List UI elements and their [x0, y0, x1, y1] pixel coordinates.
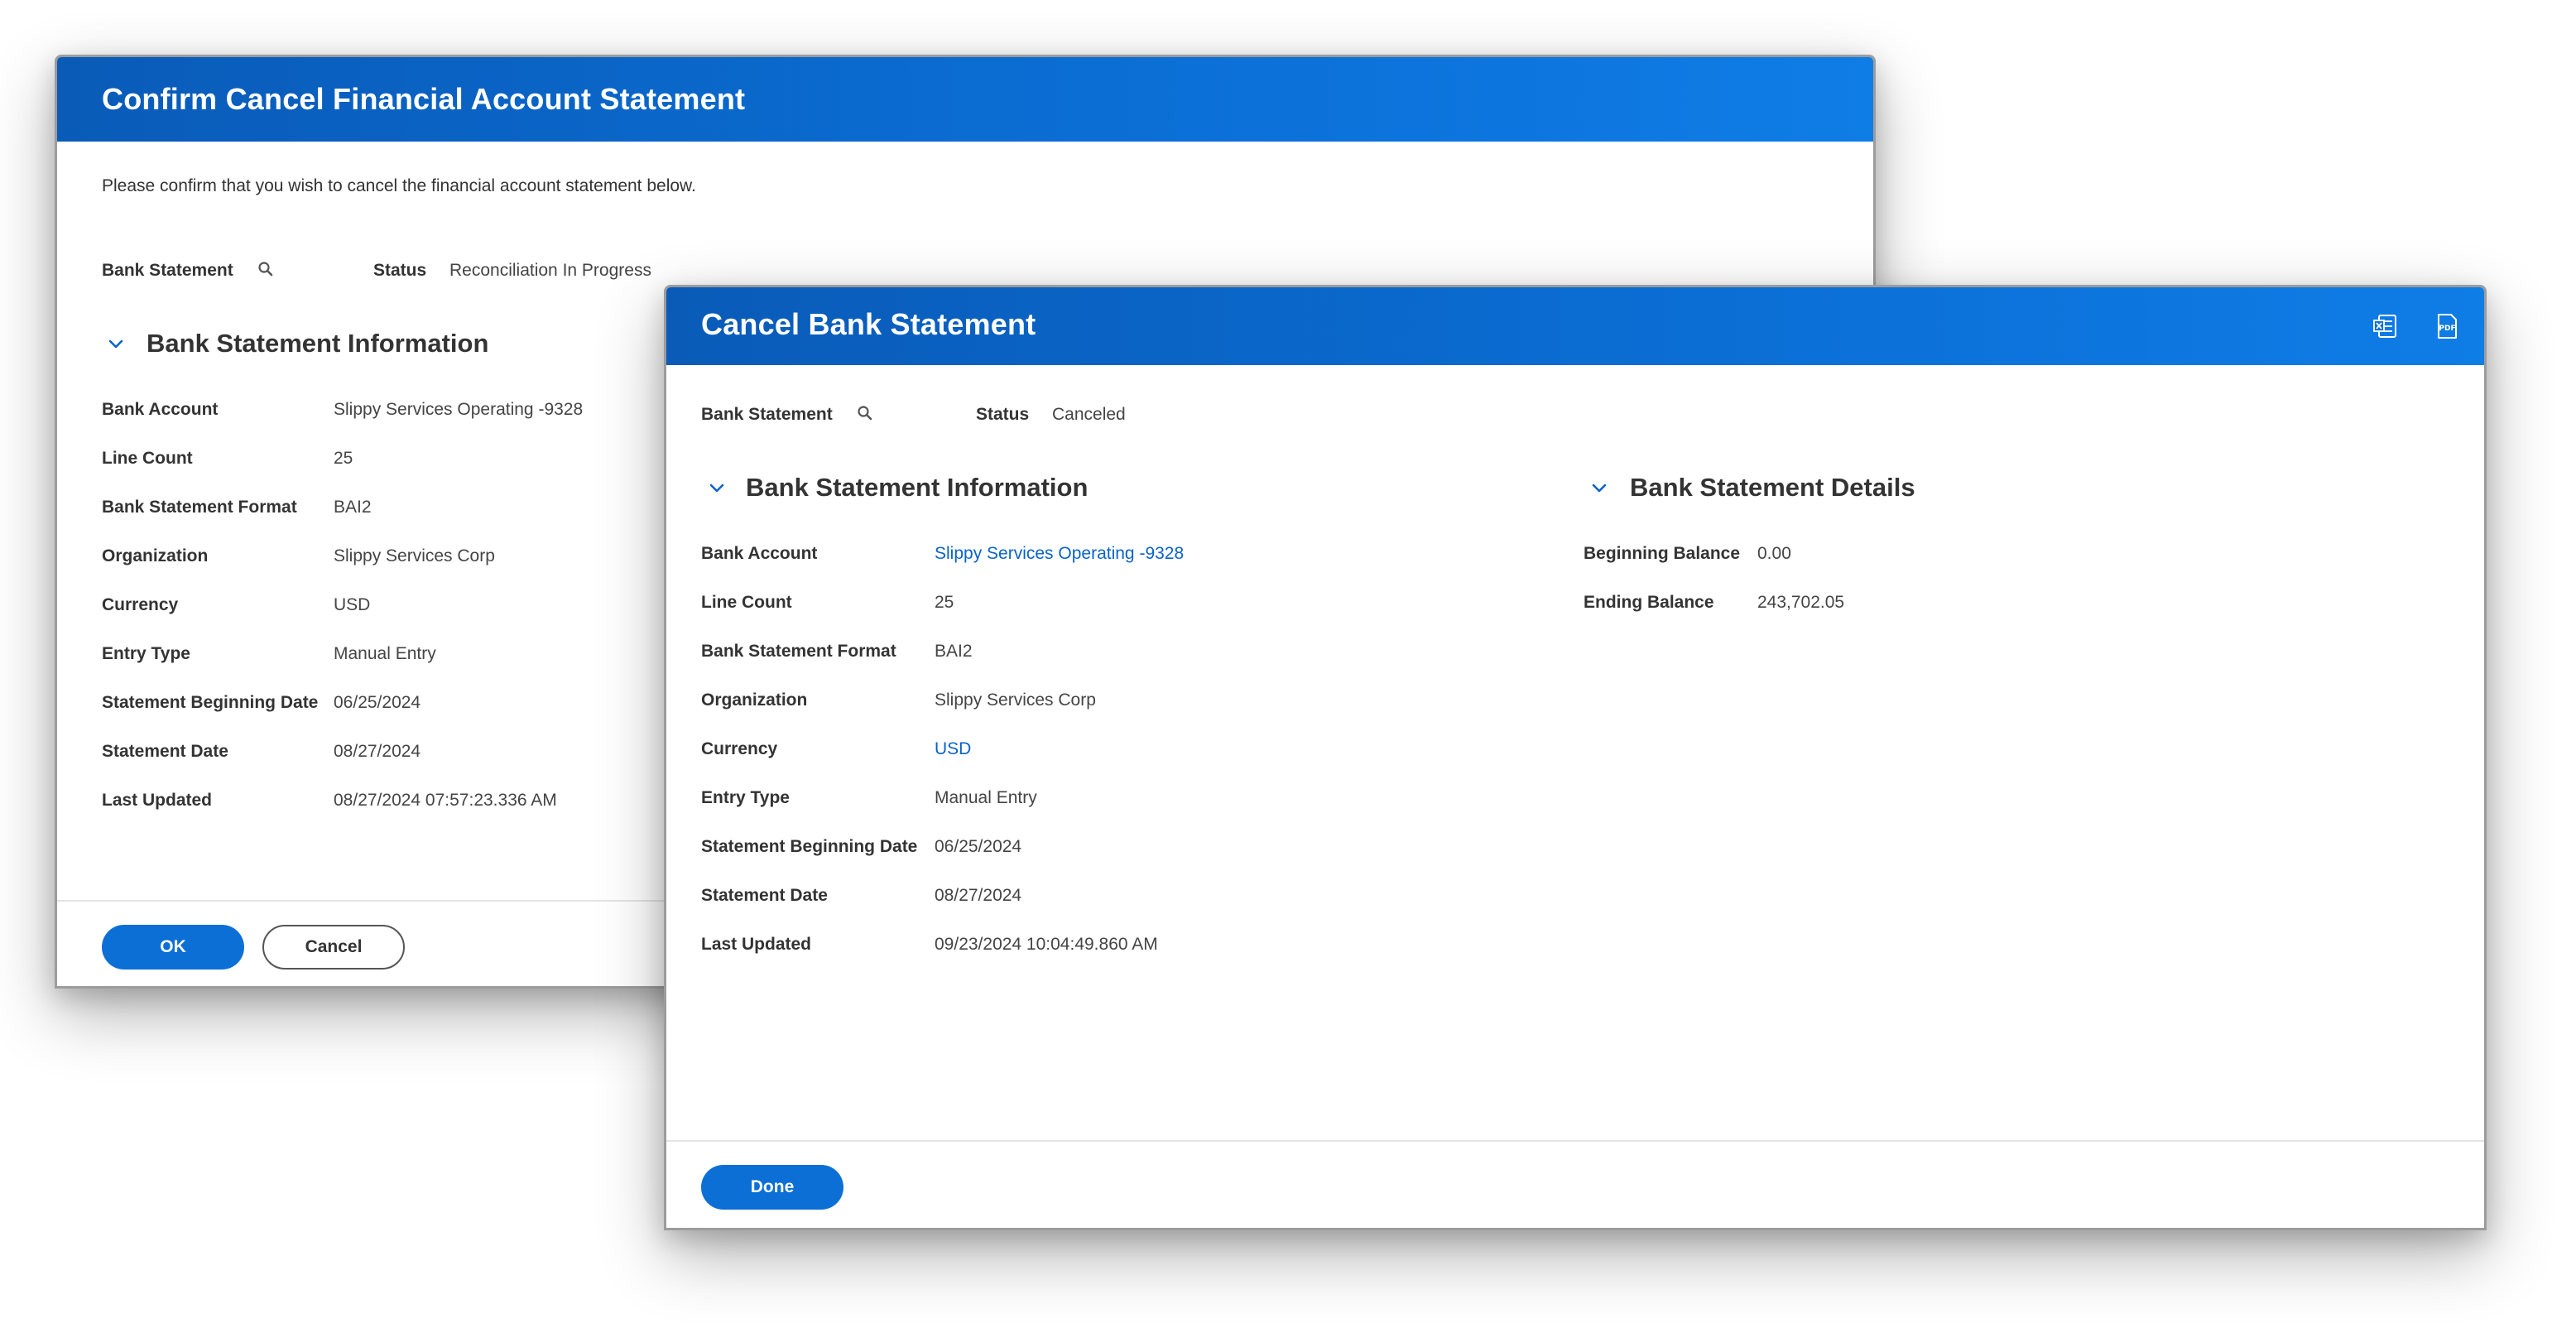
confirm-intro-text: Please confirm that you wish to cancel t…: [102, 176, 696, 195]
ok-button[interactable]: OK: [102, 925, 244, 970]
pdf-icon-text: PDF: [2439, 325, 2455, 333]
field-label: Last Updated: [102, 791, 213, 810]
field-value: 0.00: [1757, 544, 1791, 563]
status-value: Canceled: [1052, 405, 1126, 424]
field-value: 06/25/2024: [334, 693, 421, 712]
cancel-button[interactable]: Cancel: [262, 925, 405, 970]
status-label: Status: [976, 405, 1030, 424]
done-button[interactable]: Done: [701, 1165, 843, 1210]
confirm-dialog-header: Confirm Cancel Financial Account Stateme…: [57, 57, 1873, 142]
chevron-down-icon[interactable]: [708, 479, 726, 498]
pdf-export-icon[interactable]: PDF: [2433, 312, 2461, 340]
field-label: Statement Date: [102, 742, 228, 761]
field-label: Beginning Balance: [1584, 544, 1741, 563]
result-footer-divider: [666, 1140, 2484, 1142]
excel-export-icon[interactable]: [2372, 312, 2400, 340]
field-value: Slippy Services Corp: [935, 690, 1096, 710]
field-value: BAI2: [334, 498, 372, 517]
section-title-bank-statement-information: Bank Statement Information: [147, 329, 489, 358]
field-label: Statement Beginning Date: [701, 837, 918, 856]
chevron-down-icon[interactable]: [107, 335, 125, 354]
chevron-down-icon[interactable]: [1590, 479, 1608, 498]
field-value: 08/27/2024 07:57:23.336 AM: [334, 791, 557, 810]
field-label: Line Count: [701, 593, 792, 612]
field-label: Statement Beginning Date: [102, 693, 319, 712]
field-value: 06/25/2024: [935, 837, 1022, 856]
field-value: BAI2: [935, 642, 973, 661]
field-label: Bank Account: [102, 400, 219, 419]
field-label: Entry Type: [701, 788, 790, 807]
field-value: 08/27/2024: [334, 742, 421, 761]
field-label: Line Count: [102, 449, 193, 468]
field-label: Bank Statement Format: [102, 498, 297, 517]
field-label: Bank Account: [701, 544, 818, 563]
field-label: Organization: [102, 546, 209, 565]
bank-statement-label: Bank Statement: [102, 261, 233, 280]
cancel-bank-statement-dialog: Cancel Bank Statement PDF Bank Statement…: [664, 285, 2487, 1230]
field-label: Currency: [102, 595, 179, 614]
field-value: Slippy Services Corp: [334, 546, 495, 565]
field-label: Entry Type: [102, 644, 190, 663]
field-value: 09/23/2024 10:04:49.860 AM: [935, 935, 1158, 954]
section-title-bank-statement-details: Bank Statement Details: [1630, 473, 1915, 502]
status-value: Reconciliation In Progress: [449, 261, 651, 280]
field-value: 25: [935, 593, 954, 612]
bank-account-link[interactable]: Slippy Services Operating -9328: [935, 544, 1184, 564]
field-value: 08/27/2024: [935, 886, 1022, 905]
field-value: Slippy Services Operating -9328: [334, 400, 584, 419]
bank-statement-label: Bank Statement: [701, 405, 833, 424]
status-label: Status: [373, 261, 427, 280]
field-label: Ending Balance: [1584, 593, 1714, 612]
field-value: 25: [334, 449, 353, 468]
currency-link[interactable]: USD: [935, 739, 971, 759]
field-value: Manual Entry: [935, 788, 1037, 807]
field-label: Last Updated: [701, 935, 812, 954]
confirm-dialog-title: Confirm Cancel Financial Account Stateme…: [102, 82, 746, 116]
section-title-bank-statement-information: Bank Statement Information: [746, 473, 1089, 502]
field-label: Organization: [701, 690, 808, 710]
result-dialog-header: Cancel Bank Statement PDF: [666, 287, 2484, 365]
field-value: Manual Entry: [334, 644, 436, 663]
search-icon[interactable]: [257, 261, 274, 277]
field-value: 243,702.05: [1757, 593, 1845, 612]
field-value: USD: [334, 595, 371, 614]
search-icon[interactable]: [857, 405, 873, 421]
result-dialog-title: Cancel Bank Statement: [701, 307, 1036, 341]
field-label: Statement Date: [701, 886, 828, 905]
field-label: Currency: [701, 739, 778, 758]
field-label: Bank Statement Format: [701, 642, 896, 661]
